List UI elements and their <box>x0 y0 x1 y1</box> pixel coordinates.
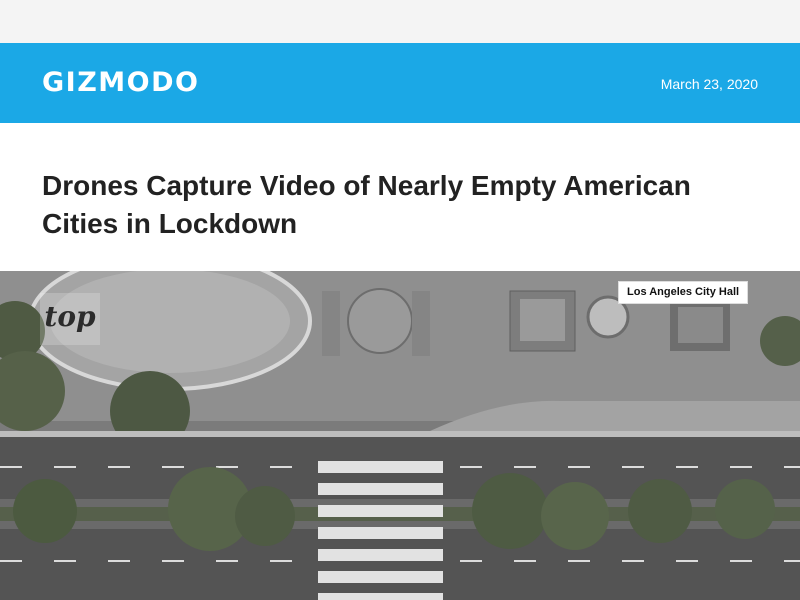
aerial-photo-illustration <box>0 271 800 600</box>
publish-date: March 23, 2020 <box>660 76 758 92</box>
article-hero-image[interactable]: top Los Angeles City Hall <box>0 271 800 600</box>
image-caption: Los Angeles City Hall <box>618 281 749 304</box>
title-area: Drones Capture Video of Nearly Empty Ame… <box>0 123 800 271</box>
article-title[interactable]: Drones Capture Video of Nearly Empty Ame… <box>42 167 762 243</box>
watermark-logo: top <box>40 293 100 345</box>
site-logo[interactable]: GIZMODO <box>42 67 199 99</box>
top-spacer <box>0 0 800 43</box>
site-header: GIZMODO March 23, 2020 <box>0 43 800 123</box>
page: GIZMODO March 23, 2020 Drones Capture Vi… <box>0 0 800 600</box>
